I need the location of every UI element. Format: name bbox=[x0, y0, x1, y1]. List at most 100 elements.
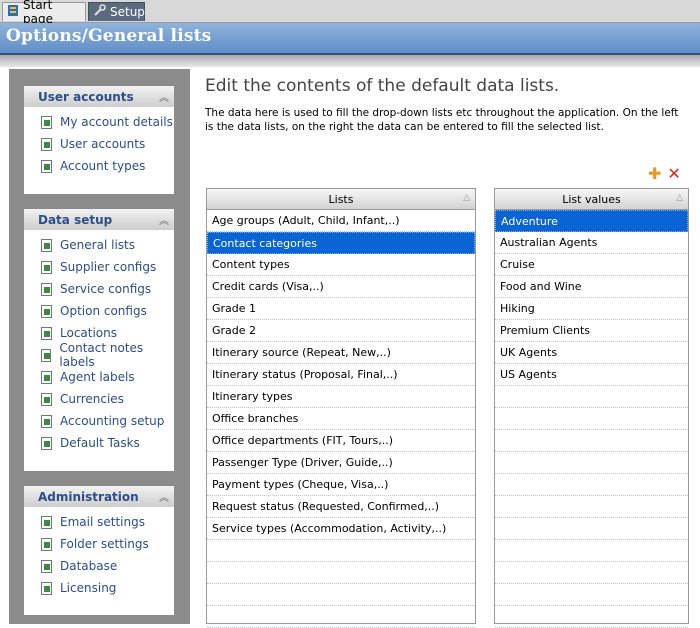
list-toolbar: ✚ ✕ bbox=[648, 166, 681, 182]
list-item[interactable]: Hiking bbox=[495, 298, 688, 320]
sidebar-item-user-accounts[interactable]: User accounts bbox=[24, 133, 174, 155]
wrench-icon bbox=[93, 4, 106, 20]
list-item[interactable]: US Agents bbox=[495, 364, 688, 386]
panel-header[interactable]: Data setup ︽ bbox=[24, 209, 174, 230]
document-icon bbox=[41, 559, 52, 573]
empty-row[interactable] bbox=[207, 606, 475, 628]
list-item[interactable]: Content types bbox=[207, 254, 475, 276]
panel-user-accounts: User accounts ︽ My account details User … bbox=[24, 86, 174, 194]
values-column-header[interactable]: List values △ bbox=[495, 189, 688, 210]
panel-title: User accounts bbox=[38, 89, 134, 104]
sidebar-item-my-account-details[interactable]: My account details bbox=[24, 111, 174, 133]
section-heading: Edit the contents of the default data li… bbox=[205, 76, 560, 96]
list-item[interactable]: Request status (Requested, Confirmed,..) bbox=[207, 496, 475, 518]
sort-icon: △ bbox=[463, 193, 470, 203]
list-item[interactable]: Contact categories bbox=[207, 232, 475, 254]
sidebar-item-label: Option configs bbox=[60, 304, 147, 318]
list-item[interactable]: Payment types (Cheque, Visa,..) bbox=[207, 474, 475, 496]
document-icon bbox=[41, 326, 52, 340]
sidebar-item-label: Locations bbox=[60, 326, 118, 340]
sidebar-item-label: Agent labels bbox=[60, 370, 135, 384]
sidebar-item-option-configs[interactable]: Option configs bbox=[24, 300, 174, 322]
sidebar-item-folder-settings[interactable]: Folder settings bbox=[24, 533, 174, 555]
sort-icon: △ bbox=[676, 193, 683, 203]
list-item[interactable]: Service types (Accommodation, Activity,.… bbox=[207, 518, 475, 540]
list-item[interactable]: Cruise bbox=[495, 254, 688, 276]
list-item[interactable]: Food and Wine bbox=[495, 276, 688, 298]
list-item[interactable]: Itinerary status (Proposal, Final,..) bbox=[207, 364, 475, 386]
add-icon[interactable]: ✚ bbox=[648, 166, 661, 182]
sidebar-item-label: Licensing bbox=[60, 581, 117, 595]
header-shadow bbox=[0, 55, 700, 67]
sidebar-item-default-tasks[interactable]: Default Tasks bbox=[24, 432, 174, 454]
document-icon bbox=[41, 370, 52, 384]
collapse-icon[interactable]: ︽ bbox=[159, 212, 169, 227]
empty-row[interactable] bbox=[495, 408, 688, 430]
document-icon bbox=[41, 392, 52, 406]
document-icon bbox=[41, 414, 52, 428]
sidebar-item-label: Default Tasks bbox=[60, 436, 140, 450]
sidebar-item-accounting-setup[interactable]: Accounting setup bbox=[24, 410, 174, 432]
list-item[interactable]: Australian Agents bbox=[495, 232, 688, 254]
collapse-icon[interactable]: ︽ bbox=[159, 89, 169, 104]
list-item[interactable]: Adventure bbox=[495, 210, 688, 232]
column-header-label: List values bbox=[562, 192, 621, 206]
panel-data-setup: Data setup ︽ General lists Supplier conf… bbox=[24, 209, 174, 471]
values-grid: List values △ Adventure Australian Agents… bbox=[494, 188, 689, 628]
empty-row[interactable] bbox=[495, 496, 688, 518]
empty-row[interactable] bbox=[495, 474, 688, 496]
tab-start-page[interactable]: Start page bbox=[2, 0, 86, 26]
list-item[interactable]: Credit cards (Visa,..) bbox=[207, 276, 475, 298]
panel-header[interactable]: Administration ︽ bbox=[24, 486, 174, 507]
empty-row[interactable] bbox=[495, 584, 688, 606]
empty-row[interactable] bbox=[495, 562, 688, 584]
sidebar-item-contact-notes-labels[interactable]: Contact notes labels bbox=[24, 341, 174, 369]
document-icon bbox=[41, 581, 52, 595]
sidebar-item-label: General lists bbox=[60, 238, 135, 252]
sidebar-item-label: Service configs bbox=[60, 282, 152, 296]
list-item[interactable]: Office branches bbox=[207, 408, 475, 430]
lists-grid: Lists △ Age groups (Adult, Child, Infant… bbox=[206, 188, 476, 628]
page-header: Options/General lists bbox=[0, 23, 700, 55]
sidebar-item-database[interactable]: Database bbox=[24, 555, 174, 577]
page-title: Options/General lists bbox=[6, 26, 212, 46]
empty-row[interactable] bbox=[495, 452, 688, 474]
panel-header[interactable]: User accounts ︽ bbox=[24, 86, 174, 107]
list-item[interactable]: Age groups (Adult, Child, Infant,..) bbox=[207, 210, 475, 232]
list-item[interactable]: Itinerary types bbox=[207, 386, 475, 408]
panel-title: Administration bbox=[38, 489, 139, 504]
empty-row[interactable] bbox=[495, 386, 688, 408]
empty-row[interactable] bbox=[207, 540, 475, 562]
empty-row[interactable] bbox=[207, 562, 475, 584]
delete-icon[interactable]: ✕ bbox=[667, 166, 680, 182]
tab-strip: Start page Setup bbox=[0, 0, 700, 26]
document-icon bbox=[41, 537, 52, 551]
empty-row[interactable] bbox=[495, 430, 688, 452]
sidebar-item-supplier-configs[interactable]: Supplier configs bbox=[24, 256, 174, 278]
document-icon bbox=[41, 260, 52, 274]
sidebar-item-service-configs[interactable]: Service configs bbox=[24, 278, 174, 300]
empty-row[interactable] bbox=[495, 606, 688, 628]
panel-administration: Administration ︽ Email settings Folder s… bbox=[24, 486, 174, 615]
sidebar-item-account-types[interactable]: Account types bbox=[24, 155, 174, 177]
document-icon bbox=[41, 115, 52, 129]
list-item[interactable]: UK Agents bbox=[495, 342, 688, 364]
list-item[interactable]: Passenger Type (Driver, Guide,..) bbox=[207, 452, 475, 474]
lists-column-header[interactable]: Lists △ bbox=[207, 189, 475, 210]
empty-row[interactable] bbox=[495, 518, 688, 540]
collapse-icon[interactable]: ︽ bbox=[159, 489, 169, 504]
sidebar-item-label: My account details bbox=[60, 115, 173, 129]
list-item[interactable]: Grade 1 bbox=[207, 298, 475, 320]
empty-row[interactable] bbox=[207, 584, 475, 606]
list-item[interactable]: Itinerary source (Repeat, New,..) bbox=[207, 342, 475, 364]
list-item[interactable]: Grade 2 bbox=[207, 320, 475, 342]
list-item[interactable]: Office departments (FIT, Tours,..) bbox=[207, 430, 475, 452]
sidebar-item-licensing[interactable]: Licensing bbox=[24, 577, 174, 599]
sidebar-item-currencies[interactable]: Currencies bbox=[24, 388, 174, 410]
empty-row[interactable] bbox=[495, 540, 688, 562]
sidebar-item-agent-labels[interactable]: Agent labels bbox=[24, 366, 174, 388]
sidebar-item-general-lists[interactable]: General lists bbox=[24, 234, 174, 256]
tab-setup[interactable]: Setup bbox=[88, 2, 145, 21]
list-item[interactable]: Premium Clients bbox=[495, 320, 688, 342]
sidebar-item-email-settings[interactable]: Email settings bbox=[24, 511, 174, 533]
